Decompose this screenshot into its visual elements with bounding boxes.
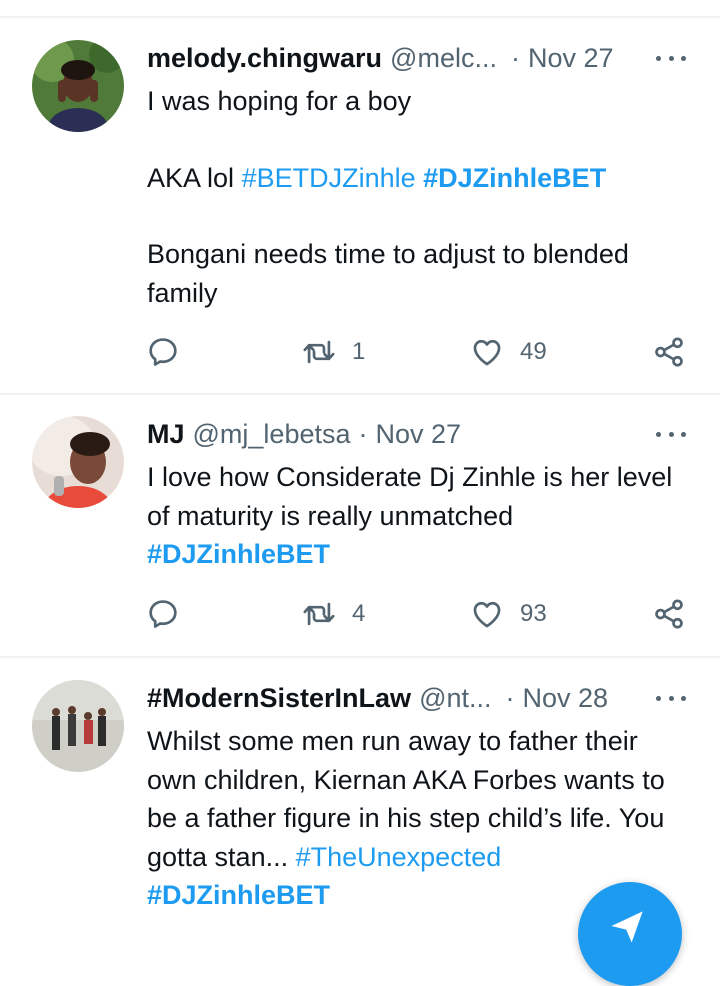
tweet-text-segment: AKA lol — [147, 162, 242, 193]
share-icon — [655, 337, 683, 367]
separator: · — [510, 42, 520, 73]
display-name[interactable]: MJ — [147, 419, 185, 450]
tweet-text: I was hoping for a boy AKA lol #BETDJZinh… — [147, 82, 690, 312]
retweet-button[interactable]: 1 — [302, 332, 365, 372]
more-icon[interactable] — [656, 416, 686, 452]
tweet-divider — [0, 656, 720, 658]
tweet-paragraph: Bongani needs time to adjust to blended … — [147, 235, 690, 312]
retweet-icon — [303, 602, 335, 626]
heart-icon — [473, 339, 501, 366]
tweet-text-segment: I love how Considerate Dj Zinhle is her … — [147, 462, 673, 531]
reply-button[interactable] — [146, 332, 180, 372]
avatar[interactable] — [32, 40, 124, 132]
hashtag-link[interactable]: #DJZinhleBET — [423, 163, 606, 193]
share-icon — [655, 599, 683, 629]
tweet-text-segment: I was hoping for a boy — [147, 86, 412, 116]
tweet-paragraph: I was hoping for a boy — [147, 82, 690, 121]
like-count: 93 — [520, 600, 547, 627]
reply-icon — [149, 338, 177, 366]
hashtag-link[interactable]: #TheUnexpected — [296, 842, 502, 872]
tweet-header: melody.chingwaru @melc... · Nov 27 — [147, 40, 690, 76]
tweet-text: I love how Considerate Dj Zinhle is her … — [147, 458, 690, 574]
more-icon[interactable] — [656, 40, 686, 76]
share-button[interactable] — [652, 332, 686, 372]
tweet-paragraph: I love how Considerate Dj Zinhle is her … — [147, 458, 690, 574]
hashtag-link[interactable]: #BETDJZinhle — [242, 163, 416, 193]
compose-button[interactable] — [578, 882, 682, 986]
reply-button[interactable] — [146, 594, 180, 634]
timestamp[interactable]: Nov 27 — [376, 419, 462, 450]
user-handle[interactable]: @melc... — [390, 43, 497, 74]
compose-icon — [611, 911, 643, 943]
timestamp[interactable]: Nov 28 — [523, 683, 609, 714]
tweet-paragraph: AKA lol #BETDJZinhle #DJZinhleBET — [147, 159, 690, 198]
retweet-icon — [303, 340, 335, 364]
timestamp[interactable]: Nov 27 — [528, 43, 614, 74]
like-count: 49 — [520, 338, 547, 365]
tweet-header: MJ @mj_lebetsa · Nov 27 — [147, 416, 690, 452]
tweet-actions: 4 93 — [0, 594, 720, 634]
reply-icon — [149, 600, 177, 628]
avatar[interactable] — [32, 416, 124, 508]
user-handle[interactable]: @nt... — [419, 683, 491, 714]
user-handle[interactable]: @mj_lebetsa — [193, 419, 351, 450]
tweet-actions: 1 49 — [0, 332, 720, 372]
like-button[interactable]: 93 — [470, 594, 547, 634]
avatar[interactable] — [32, 680, 124, 772]
tweet-text-segment: Bongani needs time to adjust to blended … — [147, 239, 629, 308]
tweet-divider — [0, 393, 720, 395]
retweet-count: 4 — [352, 600, 366, 627]
share-button[interactable] — [652, 594, 686, 634]
more-icon[interactable] — [656, 680, 686, 716]
hashtag-link[interactable]: #DJZinhleBET — [147, 539, 330, 569]
display-name[interactable]: melody.chingwaru — [147, 43, 382, 74]
top-divider — [0, 16, 720, 18]
separator: · — [358, 418, 368, 449]
hashtag-link[interactable]: #DJZinhleBET — [147, 880, 330, 910]
heart-icon — [473, 601, 501, 628]
display-name[interactable]: #ModernSisterInLaw — [147, 683, 411, 714]
like-button[interactable]: 49 — [470, 332, 547, 372]
retweet-count: 1 — [352, 338, 366, 365]
retweet-button[interactable]: 4 — [302, 594, 365, 634]
tweet-header: #ModernSisterInLaw @nt... · Nov 28 — [147, 680, 690, 716]
separator: · — [505, 682, 515, 713]
